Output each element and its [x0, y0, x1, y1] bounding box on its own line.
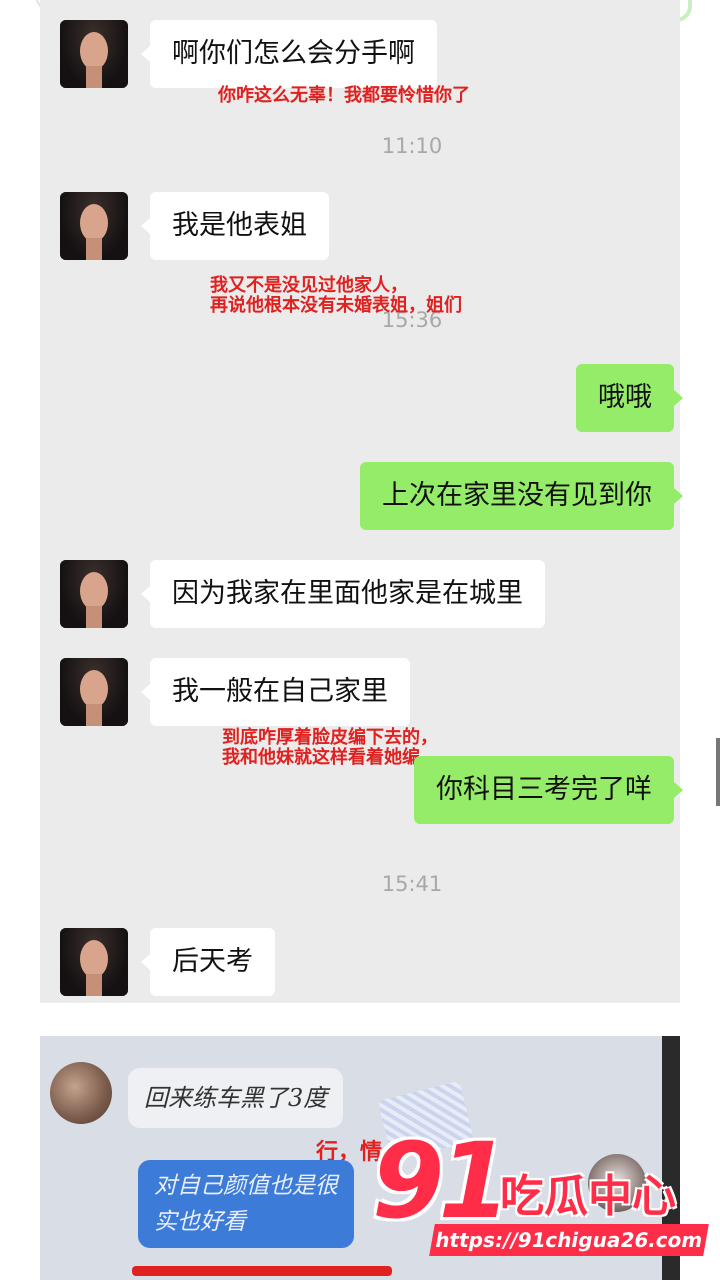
- red-annotation: 我又不是没见过他家人， 再说他根本没有未婚表姐，姐们: [210, 275, 462, 316]
- contact-avatar[interactable]: [60, 20, 128, 88]
- outgoing-message-bubble[interactable]: 哦哦: [576, 364, 683, 432]
- contact-avatar[interactable]: [60, 192, 128, 260]
- scroll-indicator[interactable]: [716, 738, 720, 806]
- contact-avatar[interactable]: [60, 928, 128, 996]
- outgoing-message-bubble[interactable]: 你科目三考完了咩: [414, 756, 683, 824]
- outgoing-message-bubble[interactable]: 上次在家里没有见到你: [360, 462, 683, 530]
- incoming-message-bubble[interactable]: 啊你们怎么会分手啊: [141, 20, 437, 88]
- incoming-message-bubble[interactable]: 回来练车黑了3度: [128, 1068, 344, 1128]
- contact-avatar[interactable]: [60, 560, 128, 628]
- outgoing-message-bubble[interactable]: 对自己颜值也是很 实也好看: [138, 1160, 354, 1248]
- incoming-message-bubble[interactable]: 后天考: [141, 928, 275, 996]
- red-annotation: 到底咋厚着脸皮编下去的， 我和他妹就这样看着她编: [222, 727, 438, 768]
- watermark-logo-text: 吃瓜中心: [500, 1171, 676, 1222]
- timestamp: 15:41: [381, 872, 443, 896]
- chat-screenshot-1: 啊你们怎么会分手啊 你咋这么无辜！我都要怜惜你了 11:10 我是他表姐 15:…: [40, 0, 683, 1003]
- red-annotation: 你咋这么无辜！我都要怜惜你了: [218, 85, 470, 106]
- incoming-message-bubble[interactable]: 因为我家在里面他家是在城里: [141, 560, 545, 628]
- timestamp: 11:10: [381, 134, 443, 158]
- red-underline: [132, 1266, 392, 1276]
- contact-avatar[interactable]: [60, 658, 128, 726]
- incoming-message-bubble[interactable]: 我一般在自己家里: [141, 658, 410, 726]
- incoming-message-bubble[interactable]: 我是他表姐: [141, 192, 329, 260]
- contact-avatar[interactable]: [50, 1062, 112, 1124]
- watermark-url: https://91chigua26.com: [429, 1224, 709, 1256]
